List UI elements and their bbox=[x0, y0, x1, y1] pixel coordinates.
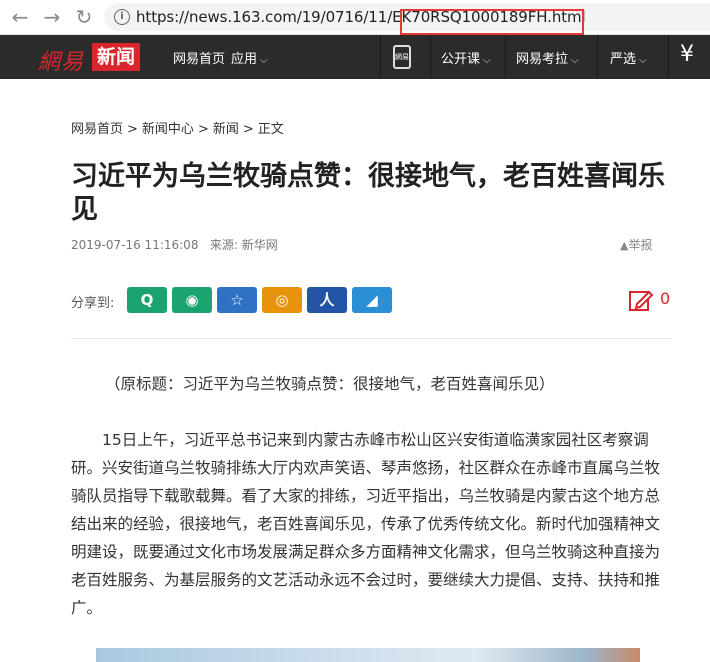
netease-logo[interactable]: 網易 bbox=[38, 44, 84, 76]
article-source[interactable]: 来源: 新华网 bbox=[210, 238, 278, 252]
breadcrumb: 网易首页 > 新闻中心 > 新闻 > 正文 bbox=[71, 118, 288, 137]
browser-toolbar: ← → ↻ i https://news.163.com/19/0716/11/… bbox=[0, 0, 710, 35]
report-link[interactable]: ▲举报 bbox=[620, 236, 652, 253]
breadcrumb-separator: > bbox=[197, 122, 209, 137]
article-title: 习近平为乌兰牧骑点赞：很接地气，老百姓喜闻乐见 bbox=[71, 161, 665, 225]
nav-apps-menu[interactable]: 应用 ⌵ bbox=[231, 48, 268, 67]
news-logo[interactable]: 新闻 bbox=[92, 43, 141, 71]
nav-open-course-menu[interactable]: 公开课 ⌵ bbox=[441, 48, 491, 67]
article-photo[interactable] bbox=[96, 648, 640, 662]
yen-icon[interactable]: ¥ bbox=[680, 42, 694, 67]
qzone-icon[interactable]: Q bbox=[127, 287, 167, 313]
chevron-down-icon: ⌵ bbox=[483, 55, 491, 66]
article-divider bbox=[71, 338, 671, 339]
breadcrumb-news-center[interactable]: 新闻中心 bbox=[142, 122, 194, 137]
chevron-down-icon: ⌵ bbox=[571, 55, 579, 66]
header-divider bbox=[505, 35, 506, 79]
breadcrumb-home[interactable]: 网易首页 bbox=[71, 122, 123, 137]
breadcrumb-news[interactable]: 新闻 bbox=[213, 122, 239, 137]
header-divider bbox=[380, 35, 381, 79]
wechat-icon[interactable]: ◉ bbox=[172, 287, 212, 313]
favorite-star-icon[interactable]: ☆ bbox=[217, 287, 257, 313]
url-prefix: https://news.163.com/19/0716/11/ bbox=[136, 8, 393, 26]
article-paragraph: 15日上午，习近平总书记来到内蒙古赤峰市松山区兴安街道临潢家园社区考察调研。兴安… bbox=[71, 431, 661, 617]
chevron-down-icon: ⌵ bbox=[260, 55, 268, 66]
comment-button[interactable]: 0 bbox=[628, 288, 676, 314]
article-meta: 2019-07-16 11:16:08 来源: 新华网 bbox=[71, 236, 278, 253]
chevron-down-icon: ⌵ bbox=[639, 55, 647, 66]
mobile-app-icon[interactable]: 網易 bbox=[393, 45, 411, 69]
site-header: 網易 新闻 网易首页 应用 ⌵ 網易 公开课 ⌵ 网易考拉 ⌵ 严选 ⌵ ¥ bbox=[0, 35, 710, 79]
site-info-icon[interactable]: i bbox=[114, 9, 130, 25]
header-divider bbox=[668, 35, 669, 79]
nav-apps-label: 应用 bbox=[231, 52, 258, 67]
header-divider bbox=[597, 35, 598, 79]
report-label: 举报 bbox=[628, 238, 653, 252]
refresh-icon[interactable]: ↻ bbox=[74, 7, 94, 27]
yixin-icon[interactable]: ◢ bbox=[352, 287, 392, 313]
nav-yanxuan-menu[interactable]: 严选 ⌵ bbox=[610, 48, 647, 67]
article-paragraph: （原标题：习近平为乌兰牧骑点赞：很接地气，老百姓喜闻乐见） bbox=[105, 375, 555, 393]
weibo-icon[interactable]: ◎ bbox=[262, 287, 302, 313]
url-highlight-box bbox=[400, 9, 584, 35]
breadcrumb-separator: > bbox=[242, 122, 254, 137]
renren-icon[interactable]: 人 bbox=[307, 287, 347, 313]
url-text[interactable]: https://news.163.com/19/0716/11/EK70RSQ1… bbox=[136, 8, 586, 35]
share-label: 分享到: bbox=[71, 296, 115, 311]
header-divider bbox=[430, 35, 431, 79]
forward-arrow-icon[interactable]: → bbox=[42, 7, 62, 27]
breadcrumb-separator: > bbox=[127, 122, 138, 137]
nav-kaola-menu[interactable]: 网易考拉 ⌵ bbox=[516, 48, 579, 67]
nav-yanxuan-label: 严选 bbox=[610, 52, 637, 67]
nav-home-link[interactable]: 网易首页 bbox=[173, 48, 225, 67]
address-bar[interactable]: i https://news.163.com/19/0716/11/EK70RS… bbox=[104, 3, 710, 35]
nav-kaola-label: 网易考拉 bbox=[516, 52, 569, 67]
breadcrumb-current: 正文 bbox=[257, 122, 284, 137]
comment-edit-icon bbox=[629, 290, 654, 311]
nav-open-course-label: 公开课 bbox=[441, 52, 481, 67]
publish-datetime: 2019-07-16 11:16:08 bbox=[71, 238, 199, 252]
comment-count: 0 bbox=[660, 289, 671, 308]
back-arrow-icon[interactable]: ← bbox=[10, 7, 30, 27]
